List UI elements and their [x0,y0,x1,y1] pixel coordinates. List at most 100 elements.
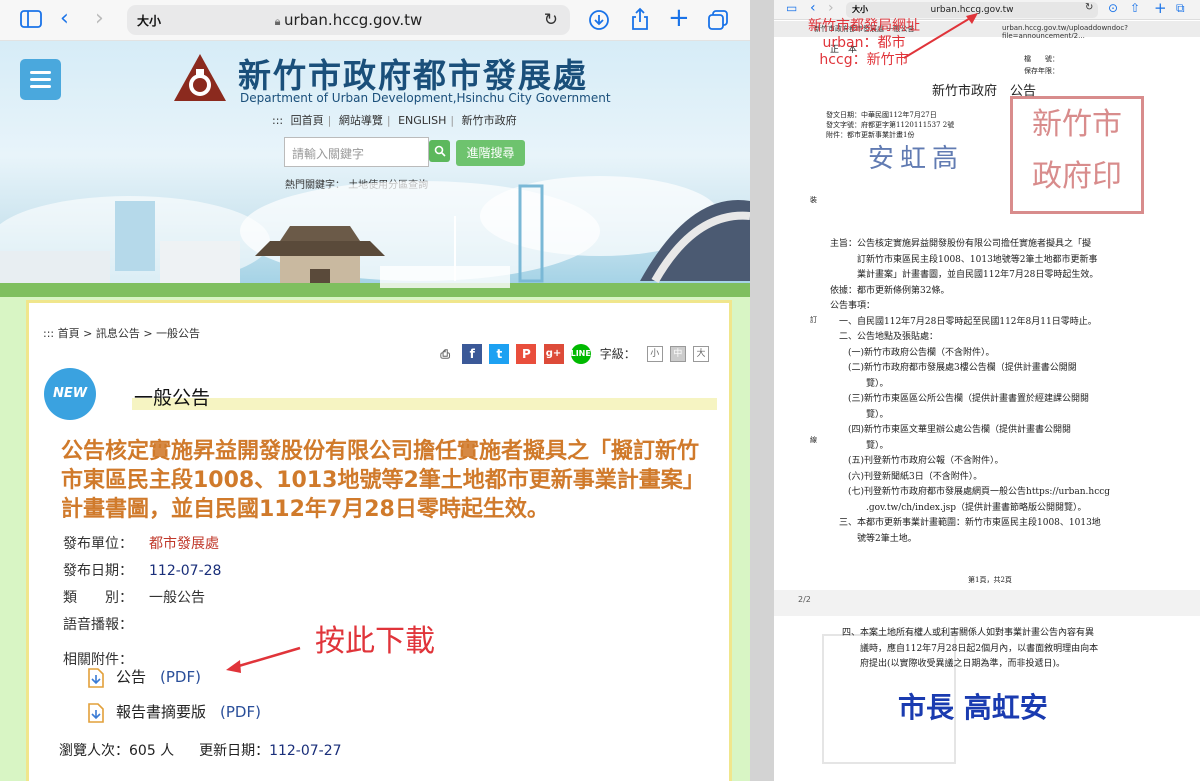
doc-page2: 四、本案土地所有權人或利害關係人如對事業計畫公告內容有異 議時，應自112年7月… [842,628,1099,669]
line-icon[interactable]: LINE [570,343,591,364]
breadcrumb-news[interactable]: 訊息公告 [96,327,140,340]
city-skyline-illustration [0,176,750,297]
city-logo-icon [174,54,226,101]
doc-items-label: 公告事項： [830,301,876,311]
date-value: 112-07-28 [149,563,222,579]
doc-subject: 主旨：公告核定實施昇益開發股份有限公司擔任實施者擬具之「擬 訂新竹市東區民主段1… [830,237,1190,547]
binding-mark: 裝 [810,196,817,204]
attachment-name[interactable]: 公告 [116,668,146,686]
text-size-button[interactable]: 大小 [852,4,868,15]
updated-value: 112-07-27 [269,743,342,759]
nav-sitemap-link[interactable]: 網站導覽 [339,114,383,127]
section-title: 一般公告 [132,388,717,410]
font-size-label: 字級： [599,346,636,361]
share-toolbar: ⎙ f t P g+ LINE 字級： 小 中 大 [433,343,709,365]
sidebar-icon[interactable]: ▭ [786,1,797,15]
url-text: urban.hccg.gov.tw [930,5,1014,15]
attachment-type[interactable]: (PDF) [220,703,261,721]
download-icon[interactable]: ⊙ [1108,1,1118,15]
url-annotation: 新竹市都發局網址 urban：都市 hccg：新竹市 [808,18,920,68]
binding-mark: 線 [810,436,817,444]
back-icon[interactable]: ‹ [810,0,816,16]
right-address-bar[interactable]: urban.hccg.gov.tw [846,2,1098,18]
nav-home-link[interactable]: 回首頁 [291,114,324,127]
official-signature-image: 安虹高 [868,144,965,174]
pdf-document: 正 本 檔 號： 保存年限： 新竹市政府 公告 發文日期：中華民國112年7月2… [774,38,1200,781]
page-separator [774,590,1200,616]
top-nav: ::: 回首頁 | 網站導覽 | ENGLISH | 新竹市政府 [272,114,517,127]
nav-english-link[interactable]: ENGLISH [398,114,446,127]
download-file-icon [88,667,104,688]
attachment-item[interactable]: 公告 (PDF) [86,666,201,689]
category-value: 一般公告 [149,590,205,606]
browser-toolbar: ‹ › 大小 🔒︎ urban.hccg.gov.tw ↻ + [0,0,750,41]
breadcrumb-home[interactable]: 首頁 [58,327,80,340]
doc-issue-no: 發文字號：府都更字第1120111537 2號 [826,121,955,129]
back-icon[interactable]: ‹ [60,8,69,30]
attachment-type[interactable]: (PDF) [160,668,201,686]
nav-city-gov-link[interactable]: 新竹市政府 [462,114,517,127]
nav-accesskey[interactable]: ::: [272,114,283,127]
twitter-icon[interactable]: t [489,343,510,364]
views-label: 瀏覽人次： [59,743,129,759]
date-label: 發布日期： [63,563,133,579]
publisher-value: 都市發展處 [149,536,219,552]
left-browser-window: ‹ › 大小 🔒︎ urban.hccg.gov.tw ↻ + 新竹市政府都市發… [0,0,750,781]
font-medium-button[interactable]: 中 [669,345,686,362]
site-title[interactable]: 新竹市政府都市發展處 [238,49,588,97]
google-plus-icon[interactable]: g+ [543,343,564,364]
breadcrumb-current: 一般公告 [156,327,201,340]
download-file-icon [88,702,104,723]
split-view-divider[interactable] [750,0,774,781]
doc-issue-date: 發文日期：中華民國112年7月27日 [826,111,937,119]
font-small-button[interactable]: 小 [646,345,663,362]
breadcrumb-accesskey[interactable]: ::: [43,327,54,340]
facebook-icon[interactable]: f [462,343,483,364]
share-icon[interactable]: ⇧ [1130,1,1140,15]
new-badge-icon: NEW [44,368,96,420]
doc-retention-label: 保存年限： [1024,67,1059,75]
category-label: 類 別： [63,590,133,606]
tabs-overview-icon[interactable]: ⧉ [1176,1,1185,16]
tabs-overview-icon[interactable] [707,9,729,36]
views-value: 605 人 [129,743,175,759]
site-subtitle: Department of Urban Development,Hsinchu … [240,91,611,105]
page-footer-stats: 瀏覽人次：605 人 更新日期：112-07-27 [59,740,342,760]
new-tab-icon[interactable]: + [1154,0,1167,17]
voice-label: 語音播報： [63,617,133,633]
page-indicator: 2/2 [798,595,811,604]
search-icon[interactable] [429,140,450,162]
download-icon[interactable] [588,9,610,36]
official-seal-icon: 新竹市 政府印 [1010,96,1144,214]
site-header: 新竹市政府都市發展處 Department of Urban Developme… [0,41,750,297]
attachment-name[interactable]: 報告書摘要版 [116,703,206,721]
attachment-item[interactable]: 報告書摘要版 (PDF) [86,701,261,724]
url-text: urban.hccg.gov.tw [284,11,423,29]
address-bar[interactable]: 大小 🔒︎ urban.hccg.gov.tw ↻ [127,5,570,35]
doc-file-no-label: 檔 號： [1024,55,1059,63]
right-browser-window: ▭ ‹ › urban.hccg.gov.tw 大小 ↻ ⊙ ⇧ + ⧉ 新竹市… [774,0,1200,781]
font-large-button[interactable]: 大 [693,345,709,362]
publisher-label: 發布單位： [63,536,133,552]
updated-label: 更新日期： [199,743,270,759]
advanced-search-button[interactable]: 進階搜尋 [456,140,525,166]
search-input[interactable]: 請輸入關鍵字 [284,137,429,167]
doc-basis: 依據：都市更新條例第32條。 [830,285,950,296]
binding-mark: 訂 [810,316,817,324]
breadcrumb: ::: 首頁 > 訊息公告 > 一般公告 [43,327,201,340]
print-icon[interactable]: ⎙ [435,343,456,364]
new-tab-icon[interactable]: + [668,5,690,31]
forward-icon[interactable]: › [95,8,104,30]
lock-icon: 🔒︎ [274,15,285,28]
right-browser-toolbar: ▭ ‹ › urban.hccg.gov.tw 大小 ↻ ⊙ ⇧ + ⧉ [774,0,1200,20]
sidebar-icon[interactable] [20,9,42,33]
plurk-icon[interactable]: P [516,343,537,364]
content-area: ::: 首頁 > 訊息公告 > 一般公告 ⎙ f t P g+ LINE 字級：… [0,297,750,781]
menu-button[interactable] [20,59,61,100]
reload-icon[interactable]: ↻ [1085,2,1093,13]
announcement-card: ::: 首頁 > 訊息公告 > 一般公告 ⎙ f t P g+ LINE 字級：… [26,300,732,781]
reload-icon[interactable]: ↻ [544,10,558,30]
forward-icon[interactable]: › [828,0,834,16]
share-icon[interactable] [630,7,650,36]
announcement-headline: 公告核定實施昇益開發股份有限公司擔任實施者擬具之「擬訂新竹市東區民主段1008、… [61,439,700,522]
